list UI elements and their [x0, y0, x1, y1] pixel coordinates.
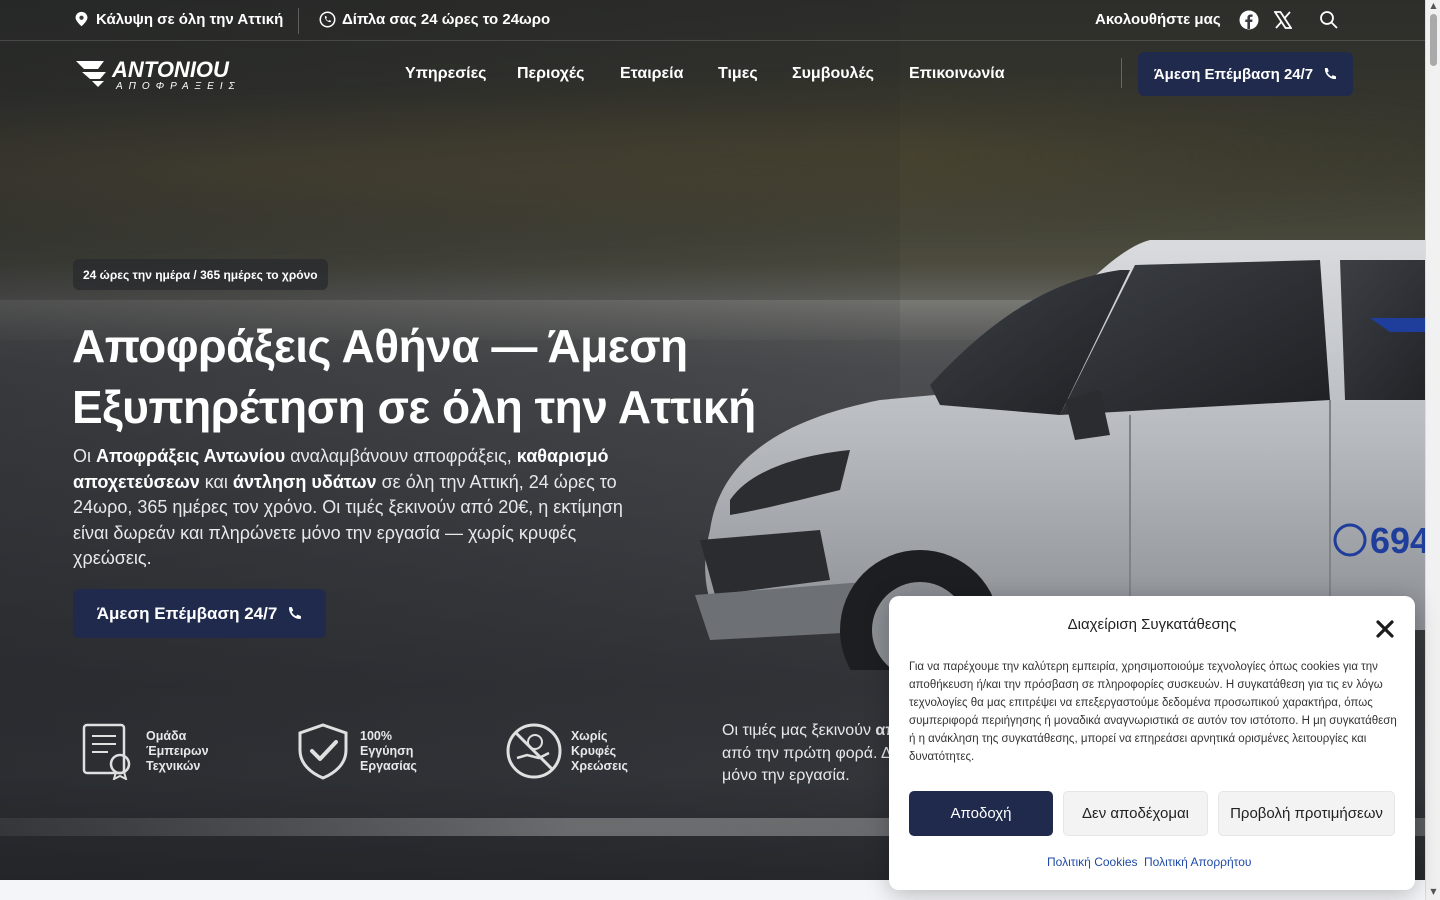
feature-warranty: 100% Εγγύηση Εργασίας: [294, 722, 420, 780]
feature-no-hidden-fees: Χωρίς Κρυφές Χρεώσεις: [505, 722, 631, 780]
cookie-policy-link[interactable]: Πολιτική Cookies: [1047, 855, 1138, 869]
phone-circle-icon: [319, 11, 336, 28]
feature-label: 100% Εγγύηση Εργασίας: [360, 728, 417, 773]
x-twitter-icon[interactable]: [1274, 11, 1292, 29]
hours-info: Δίπλα σας 24 ώρες το 24ωρο: [319, 11, 550, 28]
accept-button[interactable]: Αποδοχή: [909, 791, 1053, 836]
availability-badge: 24 ώρες την ημέρα / 365 ημέρες το χρόνο: [73, 259, 328, 290]
feature-experienced-team: Ομάδα Έμπειρων Τεχνικών: [80, 722, 216, 780]
search-icon[interactable]: [1319, 10, 1339, 30]
consent-body: Για να παρέχουμε την καλύτερη εμπειρία, …: [909, 661, 1397, 763]
hours-text: Δίπλα σας 24 ώρες το 24ωρο: [342, 11, 551, 28]
van-phone-text: 694: [1370, 520, 1425, 561]
nav-divider: [1121, 58, 1122, 88]
lead-text-1: Οι: [73, 446, 97, 466]
lead-text-2: αναλαμβάνουν αποφράξεις,: [285, 446, 517, 466]
nav-cta-button[interactable]: Άμεση Επέμβαση 24/7: [1138, 52, 1353, 96]
pricing-note-line1: Οι τιμές μας ξεκινούν: [722, 722, 876, 739]
map-pin-icon: [75, 11, 88, 27]
coverage-info: Κάλυψη σε όλη την Αττική: [73, 11, 283, 28]
consent-title: Διαχείριση Συγκατάθεσης: [1067, 616, 1237, 633]
preferences-button[interactable]: Προβολή προτιμήσεων: [1218, 791, 1395, 836]
coverage-text: Κάλυψη σε όλη την Αττική: [96, 11, 284, 28]
no-hidden-fees-icon: [506, 723, 562, 779]
pricing-note: Οι τιμές μας ξεκινούν απ από την πρώτη φ…: [722, 720, 912, 790]
nav-contact[interactable]: Επικοινωνία: [909, 65, 1005, 83]
nav-areas[interactable]: Περιοχές: [517, 65, 584, 83]
topbar-divider: [298, 8, 299, 34]
cookie-consent-dialog: Διαχείριση Συγκατάθεσης Για να παρέχουμε…: [889, 596, 1415, 890]
pricing-note-line2: από την πρώτη φορά. Δε: [722, 744, 899, 762]
logo-subtitle: ΑΠΟΦΡΑΞΕΙΣ: [115, 81, 241, 91]
deny-button[interactable]: Δεν αποδέχομαι: [1063, 791, 1208, 836]
shield-check-icon: [298, 723, 348, 780]
nav-tips[interactable]: Συμβουλές: [792, 65, 874, 83]
logo-wordmark: ANTONIOU: [111, 57, 230, 82]
nav-cta-label: Άμεση Επέμβαση 24/7: [1153, 65, 1314, 83]
nav-prices[interactable]: Τιμες: [718, 65, 758, 83]
page-title: Αποφράξεις Αθήνα — Άμεση Εξυπηρέτηση σε …: [72, 320, 756, 433]
hero-cta-label: Άμεση Επέμβαση 24/7: [96, 603, 278, 623]
lead-bold-water-pumping: άντληση υδάτων: [232, 471, 377, 492]
page-scrollbar[interactable]: ▲ ▼: [1425, 0, 1440, 900]
availability-badge-text: 24 ώρες την ημέρα / 365 ημέρες το χρόνο: [83, 267, 318, 282]
pricing-note-line3: μόνο την εργασία.: [722, 767, 850, 784]
phone-icon: [289, 607, 302, 619]
facebook-icon[interactable]: [1239, 10, 1259, 30]
nav-company[interactable]: Εταιρεία: [620, 65, 683, 83]
site-logo[interactable]: ANTONIOU ΑΠΟΦΡΑΞΕΙΣ: [76, 57, 270, 91]
hero-cta-button[interactable]: Άμεση Επέμβαση 24/7: [73, 589, 326, 638]
follow-label: Ακολουθήστε μας: [1095, 11, 1221, 28]
feature-label: Ομάδα Έμπειρων Τεχνικών: [146, 728, 209, 773]
feature-label: Χωρίς Κρυφές Χρεώσεις: [571, 728, 629, 773]
close-icon[interactable]: [1375, 619, 1395, 639]
scroll-up-arrow-icon[interactable]: ▲: [1429, 2, 1438, 10]
hero-lead: Οι Αποφράξεις Αντωνίου αναλαμβάνουν αποφ…: [73, 444, 633, 572]
privacy-policy-link[interactable]: Πολιτική Απορρήτου: [1144, 855, 1251, 869]
scroll-thumb[interactable]: [1430, 14, 1437, 66]
top-bar: Κάλυψη σε όλη την Αττική Δίπλα σας 24 ώρ…: [0, 0, 1425, 41]
follow-text: Ακολουθήστε μας: [1095, 11, 1221, 28]
phone-icon: [1325, 68, 1337, 80]
lead-text-3: και: [199, 471, 233, 492]
scroll-down-arrow-icon[interactable]: ▼: [1429, 888, 1438, 896]
lead-bold-company: Αποφράξεις Αντωνίου: [96, 446, 286, 466]
certificate-icon: [82, 723, 131, 780]
nav-services[interactable]: Υπηρεσίες: [405, 65, 487, 83]
